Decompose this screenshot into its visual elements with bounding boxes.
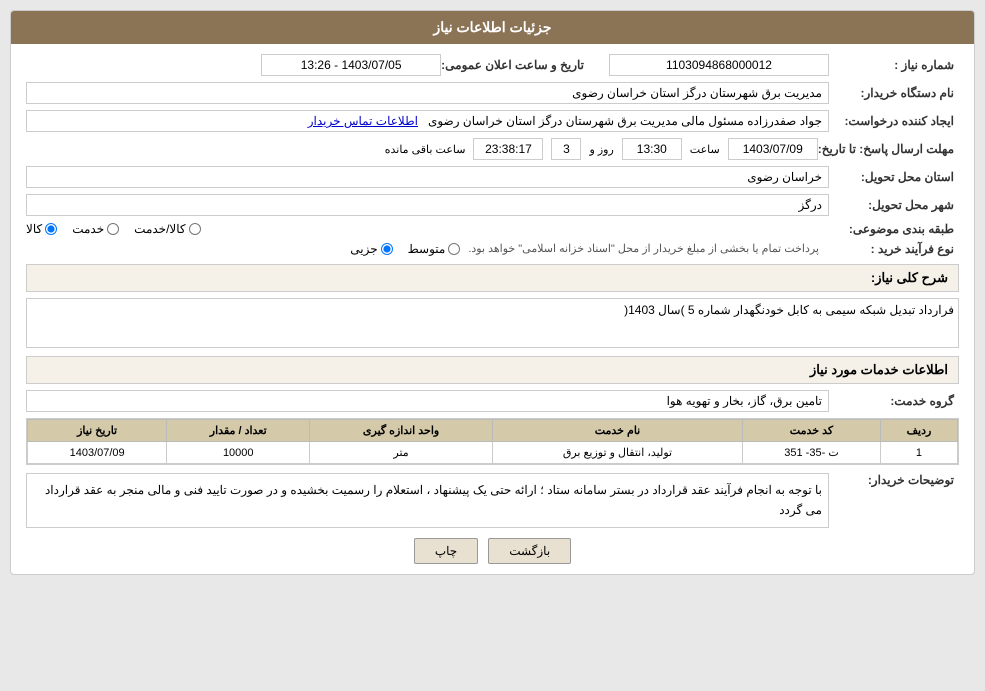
- services-table: ردیف کد خدمت نام خدمت واحد اندازه گیری ت…: [26, 418, 959, 465]
- name-destgah-label: نام دستگاه خریدار:: [829, 86, 959, 100]
- deadline-days: 3: [551, 138, 581, 160]
- category-kala-khadamat-label: کالا/خدمت: [134, 222, 185, 236]
- back-button[interactable]: بازگشت: [488, 538, 571, 564]
- col-quantity: تعداد / مقدار: [167, 420, 310, 442]
- description-textarea: [26, 298, 959, 348]
- province-label: استان محل تحویل:: [829, 170, 959, 184]
- city-label: شهر محل تحویل:: [829, 198, 959, 212]
- col-row: ردیف: [880, 420, 957, 442]
- category-kala-option[interactable]: کالا: [26, 222, 57, 236]
- process-label: نوع فرآیند خرید :: [829, 242, 959, 256]
- process-jazyi-option[interactable]: جزیی: [350, 242, 392, 256]
- buyer-notes-label: توضیحات خریدار:: [829, 473, 959, 487]
- category-khadamat-option[interactable]: خدمت: [72, 222, 119, 236]
- province-value: خراسان رضوی: [26, 166, 829, 188]
- table-row: 1ت -35- 351تولید، انتقال و توزیع برقمتر1…: [28, 442, 958, 464]
- process-motavaser-radio[interactable]: [448, 243, 460, 255]
- process-desc: پرداخت تمام یا بخشی از مبلغ خریدار از مح…: [468, 242, 819, 255]
- process-jazyi-label: جزیی: [350, 242, 377, 256]
- print-button[interactable]: چاپ: [414, 538, 478, 564]
- description-section-header: شرح کلی نیاز:: [26, 264, 959, 292]
- city-value: درگز: [26, 194, 829, 216]
- cell-quantity: 10000: [167, 442, 310, 464]
- cell-date: 1403/07/09: [28, 442, 167, 464]
- col-unit: واحد اندازه گیری: [310, 420, 493, 442]
- category-khadamat-label: خدمت: [72, 222, 104, 236]
- buttons-row: بازگشت چاپ: [26, 538, 959, 564]
- name-destgah-value: مدیریت برق شهرستان درگز استان خراسان رضو…: [26, 82, 829, 104]
- deadline-date: 1403/07/09: [728, 138, 818, 160]
- category-label: طبقه بندی موضوعی:: [829, 222, 959, 236]
- shomara-niaz-value: 1103094868000012: [609, 54, 829, 76]
- date-announce-value: 1403/07/05 - 13:26: [261, 54, 441, 76]
- creator-value: جواد صفدرزاده مسئول مالی مدیریت برق شهرس…: [26, 110, 829, 132]
- process-motavaser-label: متوسط: [408, 242, 446, 256]
- deadline-remaining: 23:38:17: [473, 138, 543, 160]
- contact-link[interactable]: اطلاعات تماس خریدار: [308, 114, 418, 128]
- col-name: نام خدمت: [492, 420, 742, 442]
- deadline-remaining-label: ساعت باقی مانده: [385, 143, 466, 156]
- process-jazyi-radio[interactable]: [381, 243, 393, 255]
- deadline-label: مهلت ارسال پاسخ: تا تاریخ:: [818, 142, 959, 156]
- process-motavaser-option[interactable]: متوسط: [408, 242, 461, 256]
- services-section-header: اطلاعات خدمات مورد نیاز: [26, 356, 959, 384]
- cell-code: ت -35- 351: [743, 442, 881, 464]
- col-date: تاریخ نیاز: [28, 420, 167, 442]
- category-kala-label: کالا: [26, 222, 42, 236]
- shomara-niaz-label: شماره نیاز :: [829, 58, 959, 72]
- cell-row: 1: [880, 442, 957, 464]
- cell-unit: متر: [310, 442, 493, 464]
- deadline-day-label: روز و: [589, 143, 613, 156]
- date-announce-label: تاریخ و ساعت اعلان عمومی:: [441, 58, 589, 72]
- creator-label: ایجاد کننده درخواست:: [829, 114, 959, 128]
- deadline-time: 13:30: [622, 138, 682, 160]
- deadline-time-label: ساعت: [690, 143, 720, 156]
- service-group-label: گروه خدمت:: [829, 394, 959, 408]
- category-khadamat-radio[interactable]: [107, 223, 119, 235]
- service-group-value: تامین برق، گاز، بخار و تهویه هوا: [26, 390, 829, 412]
- buyer-notes-value: با توجه به انجام فرآیند عقد قرارداد در ب…: [26, 473, 829, 528]
- category-kala-radio[interactable]: [45, 223, 57, 235]
- page-header: جزئیات اطلاعات نیاز: [11, 11, 974, 44]
- category-kala-khadamat-option[interactable]: کالا/خدمت: [134, 222, 200, 236]
- col-code: کد خدمت: [743, 420, 881, 442]
- cell-name: تولید، انتقال و توزیع برق: [492, 442, 742, 464]
- category-kala-khadamat-radio[interactable]: [189, 223, 201, 235]
